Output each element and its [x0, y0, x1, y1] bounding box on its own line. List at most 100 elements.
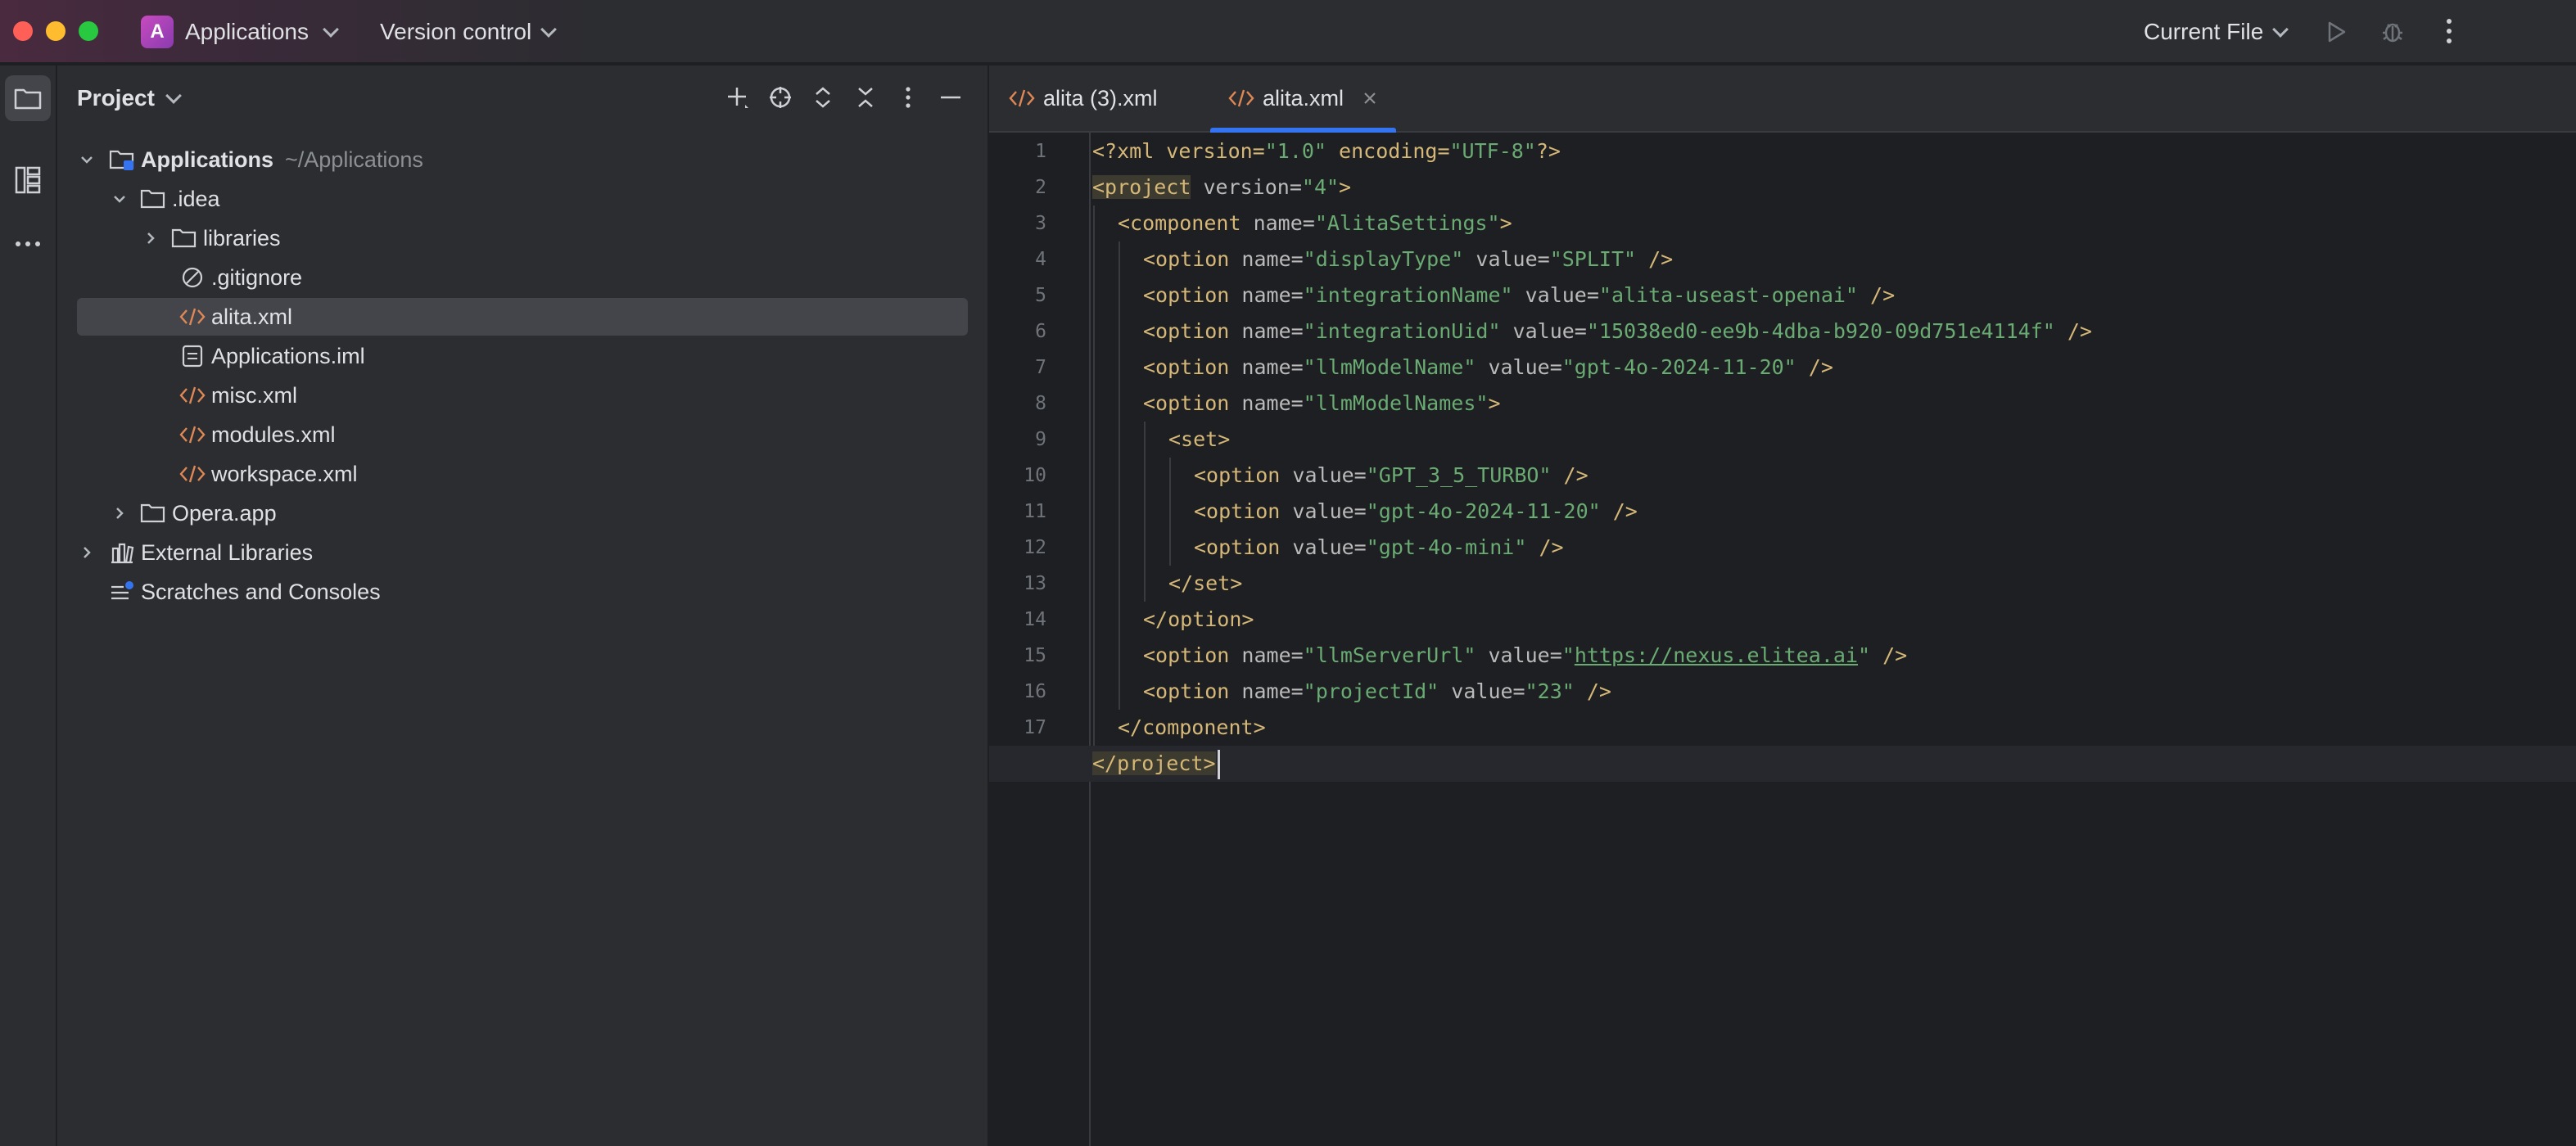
- chevron-down-icon: [165, 88, 182, 104]
- tree-node-gitignore[interactable]: .gitignore: [170, 259, 302, 296]
- tree-node-scratches[interactable]: Scratches and Consoles: [108, 573, 381, 611]
- chevron-down-icon[interactable]: [110, 189, 129, 209]
- line-number: 6: [1035, 321, 1046, 342]
- url-link[interactable]: https://nexus.elitea.ai: [1575, 643, 1858, 667]
- close-icon[interactable]: [1362, 90, 1378, 106]
- expand-all-button[interactable]: [811, 83, 835, 111]
- chevron-right-icon[interactable]: [110, 503, 129, 523]
- line-number: 7: [1035, 357, 1046, 378]
- line-number: 9: [1035, 429, 1046, 450]
- project-switcher[interactable]: A Applications: [141, 15, 339, 49]
- module-folder-icon: [108, 146, 136, 174]
- chevron-down-icon: [323, 21, 339, 38]
- folder-icon: [14, 88, 42, 110]
- window-maximize-button[interactable]: [79, 21, 98, 41]
- locate-icon: [770, 87, 791, 108]
- chevron-down-icon: [540, 21, 558, 38]
- line-number: 10: [1024, 465, 1046, 486]
- tree-label: modules.xml: [211, 422, 336, 447]
- run-configuration-label: Current File: [2144, 19, 2264, 44]
- line-number-gutter: 1 2 3 4 5 6 7 8 9 10 11 12 13 14 15 16 1…: [989, 133, 1091, 1146]
- window-close-button[interactable]: [13, 21, 33, 41]
- xml-file-icon: [1228, 89, 1254, 107]
- tree-label: Opera.app: [172, 500, 277, 526]
- collapse-all-button[interactable]: [853, 83, 878, 111]
- scratches-icon: [108, 578, 136, 606]
- code-line-17: </component>: [1118, 715, 1266, 739]
- tree-label: External Libraries: [141, 539, 314, 565]
- text-caret: [1217, 750, 1220, 779]
- tree-node-idea[interactable]: .idea: [110, 180, 220, 218]
- library-icon: [108, 539, 136, 566]
- xml-file-icon: [179, 381, 206, 409]
- run-configuration-selector[interactable]: Current File: [2144, 15, 2289, 49]
- current-line-highlight: [989, 746, 2576, 782]
- folder-icon: [139, 185, 167, 213]
- project-tool-button[interactable]: [5, 75, 51, 121]
- code-line-3: <component name="AlitaSettings">: [1118, 211, 1512, 235]
- chevron-right-icon[interactable]: [141, 228, 160, 248]
- tree-label: Scratches and Consoles: [141, 579, 381, 604]
- panel-options-button[interactable]: [896, 83, 920, 111]
- code-editor[interactable]: <?xml version="1.0" encoding="UTF-8"?> <…: [989, 133, 2576, 1146]
- tree-label: workspace.xml: [211, 461, 358, 486]
- chevron-down-icon[interactable]: [77, 150, 97, 169]
- project-badge-icon: A: [141, 16, 174, 48]
- line-number: 13: [1024, 573, 1046, 594]
- project-panel-title-dropdown[interactable]: Project: [77, 82, 182, 115]
- plus-icon: [728, 88, 748, 108]
- code-line-14: </option>: [1143, 607, 1254, 631]
- tab-alita-3-xml[interactable]: alita (3).xml: [1009, 65, 1158, 131]
- line-number: 5: [1035, 285, 1046, 306]
- tree-node-external-libraries[interactable]: External Libraries: [77, 534, 313, 571]
- line-number: 3: [1035, 213, 1046, 234]
- xml-file-icon: [1009, 89, 1035, 107]
- code-line-16: <option name="projectId" value="23" />: [1143, 679, 1611, 703]
- line-number: 4: [1035, 249, 1046, 270]
- new-file-button[interactable]: [725, 83, 750, 111]
- code-line-9: <set>: [1168, 427, 1231, 451]
- code-line-8: <option name="llmModelNames">: [1143, 391, 1501, 415]
- tool-window-strip: [0, 65, 57, 1146]
- module-file-icon: [179, 342, 206, 370]
- indent-guide: [1093, 205, 1095, 746]
- window-minimize-button[interactable]: [46, 21, 66, 41]
- code-line-13: </set>: [1168, 571, 1243, 595]
- project-panel: Project Applications ~/Applications .ide…: [57, 65, 989, 1146]
- tree-node-modules-xml[interactable]: modules.xml: [170, 416, 336, 453]
- editor-tab-bar: alita (3).xml alita.xml: [989, 65, 2576, 133]
- code-line-18: </project>: [1092, 746, 1220, 782]
- code-line-5: <option name="integrationName" value="al…: [1143, 283, 1896, 307]
- code-line-6: <option name="integrationUid" value="150…: [1143, 319, 2092, 343]
- tab-label: alita (3).xml: [1043, 85, 1158, 111]
- tab-label: alita.xml: [1263, 85, 1344, 111]
- tree-node-applications-iml[interactable]: Applications.iml: [170, 337, 365, 375]
- chevron-right-icon[interactable]: [77, 543, 97, 562]
- select-opened-file-button[interactable]: [768, 83, 793, 111]
- more-actions-icon[interactable]: [2437, 16, 2461, 46]
- tree-node-opera-app[interactable]: Opera.app: [110, 494, 277, 532]
- line-number: 8: [1035, 393, 1046, 414]
- tree-node-misc-xml[interactable]: misc.xml: [170, 377, 297, 414]
- tree-label: libraries: [203, 225, 281, 250]
- tree-path: ~/Applications: [285, 147, 423, 172]
- tree-node-workspace-xml[interactable]: workspace.xml: [170, 455, 358, 493]
- folder-icon: [139, 499, 167, 527]
- project-panel-title: Project: [77, 85, 155, 111]
- code-line-4: <option name="displayType" value="SPLIT"…: [1143, 247, 1674, 271]
- debug-icon[interactable]: [2379, 18, 2406, 44]
- version-control-menu[interactable]: Version control: [380, 15, 558, 49]
- code-line-11: <option value="gpt-4o-2024-11-20" />: [1194, 499, 1638, 523]
- line-number: 14: [1024, 609, 1046, 630]
- tree-node-applications[interactable]: Applications ~/Applications: [77, 141, 423, 178]
- minimize-icon: [941, 96, 960, 99]
- tab-alita-xml[interactable]: alita.xml: [1210, 65, 1397, 133]
- kebab-icon: [906, 87, 911, 108]
- tree-node-alita-xml[interactable]: alita.xml: [77, 298, 968, 336]
- tree-node-libraries[interactable]: libraries: [141, 219, 281, 257]
- code-line-2: <project version="4">: [1092, 175, 1352, 199]
- structure-tool-button[interactable]: [5, 157, 51, 203]
- run-icon[interactable]: [2324, 20, 2348, 44]
- more-tool-windows-button[interactable]: [5, 221, 51, 267]
- hide-panel-button[interactable]: [938, 83, 963, 111]
